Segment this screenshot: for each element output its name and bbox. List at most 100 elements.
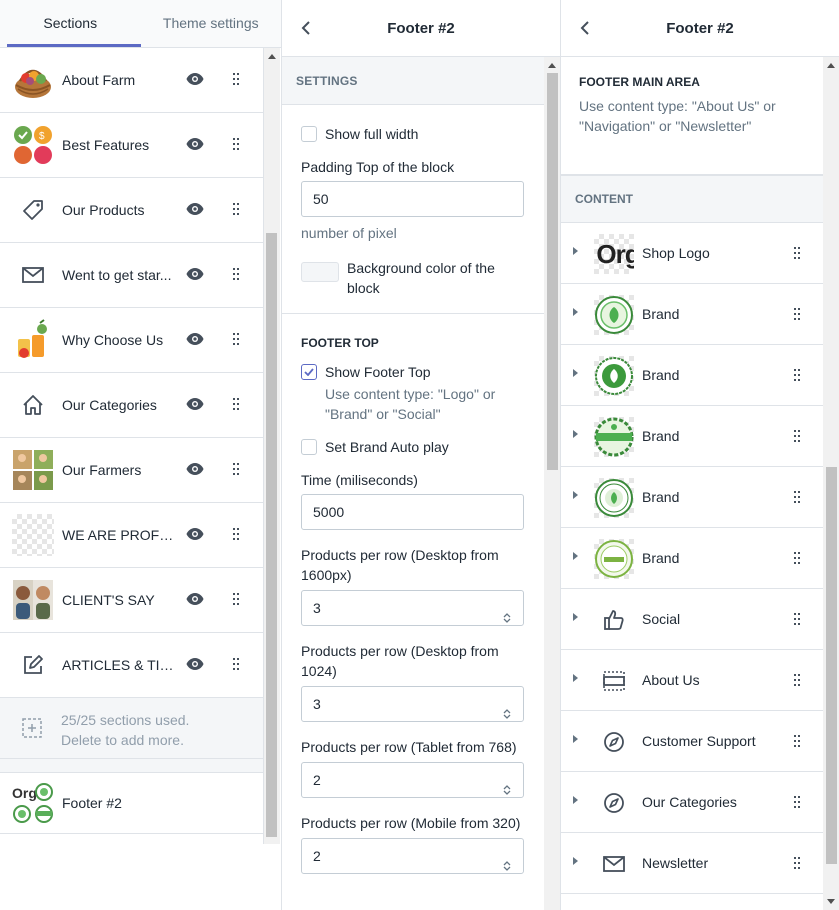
eye-icon[interactable] bbox=[186, 72, 204, 89]
block-item-brand[interactable]: Brand bbox=[561, 284, 823, 345]
checkbox-box[interactable] bbox=[301, 439, 317, 455]
section-item-our-categories[interactable]: Our Categories bbox=[0, 373, 263, 438]
section-item-articles-tips[interactable]: ARTICLES & TIPS bbox=[0, 633, 263, 698]
tab-theme-settings[interactable]: Theme settings bbox=[141, 0, 282, 47]
eye-icon[interactable] bbox=[186, 462, 204, 479]
section-item-about-farm[interactable]: About Farm bbox=[0, 48, 263, 113]
section-item-our-products[interactable]: Our Products bbox=[0, 178, 263, 243]
brand-autoplay-checkbox[interactable]: Set Brand Auto play bbox=[301, 439, 525, 455]
section-item-went-to-get-started[interactable]: Went to get star... bbox=[0, 243, 263, 308]
eye-icon[interactable] bbox=[186, 202, 204, 219]
block-item-newsletter[interactable]: Newsletter bbox=[561, 833, 823, 894]
eye-icon[interactable] bbox=[186, 267, 204, 284]
expand-arrow-icon[interactable] bbox=[573, 491, 578, 499]
section-item-why-choose-us[interactable]: Why Choose Us bbox=[0, 308, 263, 373]
drag-handle-icon[interactable] bbox=[232, 657, 240, 673]
drag-handle-icon[interactable] bbox=[232, 137, 240, 153]
scroll-up-arrow-icon[interactable] bbox=[827, 63, 835, 68]
section-item-we-are-profes[interactable]: WE ARE PROFES... bbox=[0, 503, 263, 568]
padding-top-input[interactable]: 50 bbox=[301, 181, 524, 217]
block-item-brand[interactable]: Brand bbox=[561, 345, 823, 406]
expand-arrow-icon[interactable] bbox=[573, 857, 578, 865]
block-item-customer-support[interactable]: Customer Support bbox=[561, 711, 823, 772]
per-row-320-select[interactable]: 2 bbox=[301, 838, 524, 874]
per-row-768-select[interactable]: 2 bbox=[301, 762, 524, 798]
drag-handle-icon[interactable] bbox=[232, 527, 240, 543]
drag-handle-icon[interactable] bbox=[793, 551, 801, 567]
per-row-1600-label-2: 1600px) bbox=[301, 567, 352, 583]
checkbox-box[interactable] bbox=[301, 364, 317, 380]
eye-icon[interactable] bbox=[186, 657, 204, 674]
brand-badge-image bbox=[594, 356, 634, 396]
drag-handle-icon[interactable] bbox=[232, 267, 240, 283]
per-row-768-label: Products per row (Tablet from 768) bbox=[301, 739, 517, 755]
block-item-about-us[interactable]: About Us bbox=[561, 650, 823, 711]
expand-arrow-icon[interactable] bbox=[573, 613, 578, 621]
eye-icon[interactable] bbox=[186, 527, 204, 544]
section-item-best-features[interactable]: $ Best Features bbox=[0, 113, 263, 178]
drag-handle-icon[interactable] bbox=[793, 490, 801, 506]
expand-arrow-icon[interactable] bbox=[573, 796, 578, 804]
select-value: 3 bbox=[313, 696, 321, 712]
back-chevron-icon[interactable] bbox=[296, 18, 316, 38]
show-full-width-checkbox[interactable]: Show full width bbox=[301, 126, 525, 142]
expand-arrow-icon[interactable] bbox=[573, 735, 578, 743]
drag-handle-icon[interactable] bbox=[232, 397, 240, 413]
expand-arrow-icon[interactable] bbox=[573, 674, 578, 682]
settings-scrollbar[interactable] bbox=[544, 57, 560, 910]
drag-handle-icon[interactable] bbox=[232, 592, 240, 608]
drag-handle-icon[interactable] bbox=[232, 462, 240, 478]
drag-handle-icon[interactable] bbox=[232, 332, 240, 348]
section-item-clients-say[interactable]: CLIENT'S SAY bbox=[0, 568, 263, 633]
blocks-scrollbar[interactable] bbox=[823, 57, 839, 910]
per-row-1600-select[interactable]: 3 bbox=[301, 590, 524, 626]
drag-handle-icon[interactable] bbox=[793, 612, 801, 628]
expand-arrow-icon[interactable] bbox=[573, 247, 578, 255]
drag-handle-icon[interactable] bbox=[793, 856, 801, 872]
checkbox-box[interactable] bbox=[301, 126, 317, 142]
section-label: WE ARE PROFES... bbox=[62, 527, 176, 543]
select-value: 3 bbox=[313, 600, 321, 616]
drag-handle-icon[interactable] bbox=[232, 72, 240, 88]
back-chevron-icon[interactable] bbox=[575, 18, 595, 38]
scrollbar-thumb[interactable] bbox=[547, 73, 558, 470]
footer-top-help-2: "Brand" or "Social" bbox=[325, 406, 441, 422]
tab-sections[interactable]: Sections bbox=[0, 0, 141, 47]
expand-arrow-icon[interactable] bbox=[573, 430, 578, 438]
section-item-our-farmers[interactable]: Our Farmers bbox=[0, 438, 263, 503]
drag-handle-icon[interactable] bbox=[793, 673, 801, 689]
block-item-brand[interactable]: Brand bbox=[561, 467, 823, 528]
expand-arrow-icon[interactable] bbox=[573, 552, 578, 560]
eye-icon[interactable] bbox=[186, 592, 204, 609]
block-item-brand[interactable]: Brand bbox=[561, 406, 823, 467]
sections-panel: Sections Theme settings About Farm $ Bes… bbox=[0, 0, 281, 910]
sections-scrollbar[interactable] bbox=[264, 48, 280, 844]
drag-handle-icon[interactable] bbox=[793, 368, 801, 384]
drag-handle-icon[interactable] bbox=[793, 246, 801, 262]
scroll-up-arrow-icon[interactable] bbox=[268, 54, 276, 59]
scroll-down-arrow-icon[interactable] bbox=[827, 899, 835, 904]
section-item-footer-2[interactable]: Org Footer #2 bbox=[0, 773, 263, 834]
drag-handle-icon[interactable] bbox=[793, 795, 801, 811]
expand-arrow-icon[interactable] bbox=[573, 308, 578, 316]
expand-arrow-icon[interactable] bbox=[573, 369, 578, 377]
eye-icon[interactable] bbox=[186, 332, 204, 349]
bg-color-swatch[interactable] bbox=[301, 262, 339, 282]
time-input[interactable]: 5000 bbox=[301, 494, 524, 530]
block-item-brand[interactable]: Brand bbox=[561, 528, 823, 589]
eye-icon[interactable] bbox=[186, 397, 204, 414]
drag-handle-icon[interactable] bbox=[232, 202, 240, 218]
block-item-shop-logo[interactable]: Org Shop Logo bbox=[561, 223, 823, 284]
drag-handle-icon[interactable] bbox=[793, 307, 801, 323]
drag-handle-icon[interactable] bbox=[793, 734, 801, 750]
scrollbar-thumb[interactable] bbox=[826, 467, 837, 864]
show-footer-top-checkbox[interactable]: Show Footer Top bbox=[301, 364, 525, 380]
per-row-1024-select[interactable]: 3 bbox=[301, 686, 524, 722]
page-title: Footer #2 bbox=[387, 19, 455, 37]
block-item-social[interactable]: Social bbox=[561, 589, 823, 650]
scrollbar-thumb[interactable] bbox=[266, 233, 277, 837]
scroll-up-arrow-icon[interactable] bbox=[548, 63, 556, 68]
block-item-our-categories[interactable]: Our Categories bbox=[561, 772, 823, 833]
drag-handle-icon[interactable] bbox=[793, 429, 801, 445]
eye-icon[interactable] bbox=[186, 137, 204, 154]
